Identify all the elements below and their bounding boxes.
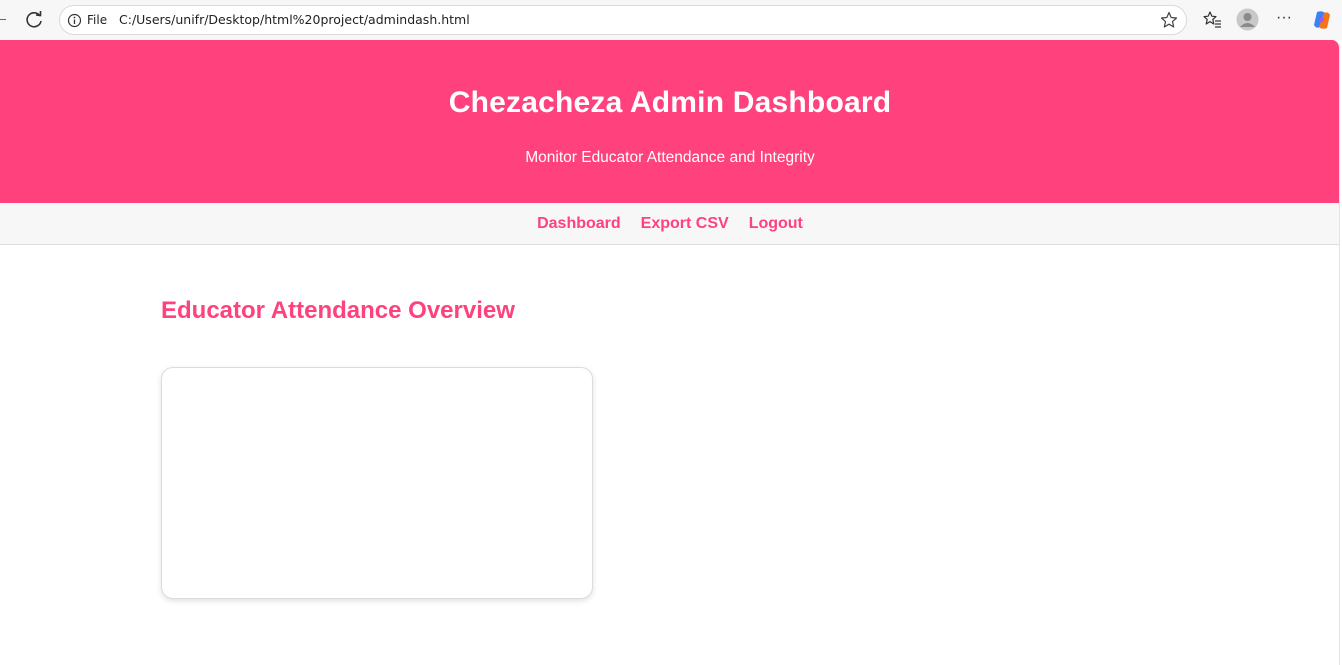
profile-avatar-icon[interactable] bbox=[1236, 8, 1259, 31]
browser-toolbar: File C:/Users/unifr/Desktop/html%20proje… bbox=[0, 0, 1342, 40]
page-subtitle: Monitor Educator Attendance and Integrit… bbox=[525, 149, 815, 166]
copilot-icon[interactable] bbox=[1311, 9, 1333, 31]
url-text[interactable]: C:/Users/unifr/Desktop/html%20project/ad… bbox=[119, 12, 470, 28]
reload-icon[interactable] bbox=[23, 9, 45, 31]
file-scheme-label: File bbox=[87, 13, 108, 27]
info-icon[interactable] bbox=[67, 13, 82, 28]
nav-link-logout[interactable]: Logout bbox=[749, 215, 803, 233]
star-icon[interactable] bbox=[1160, 11, 1178, 29]
back-arrow-icon[interactable] bbox=[0, 19, 6, 20]
main-nav: Dashboard Export CSV Logout bbox=[0, 203, 1339, 245]
section-title: Educator Attendance Overview bbox=[161, 297, 515, 324]
nav-link-dashboard[interactable]: Dashboard bbox=[537, 215, 621, 233]
dashboard-header: Chezacheza Admin Dashboard Monitor Educa… bbox=[0, 40, 1339, 203]
page-title: Chezacheza Admin Dashboard bbox=[448, 86, 892, 119]
page-viewport: Chezacheza Admin Dashboard Monitor Educa… bbox=[0, 40, 1340, 665]
more-options-icon[interactable]: ··· bbox=[1274, 8, 1294, 28]
favorites-icon[interactable] bbox=[1202, 10, 1222, 30]
nav-link-export-csv[interactable]: Export CSV bbox=[641, 215, 729, 233]
address-bar[interactable]: File C:/Users/unifr/Desktop/html%20proje… bbox=[59, 5, 1187, 35]
attendance-chart-card bbox=[161, 367, 593, 599]
